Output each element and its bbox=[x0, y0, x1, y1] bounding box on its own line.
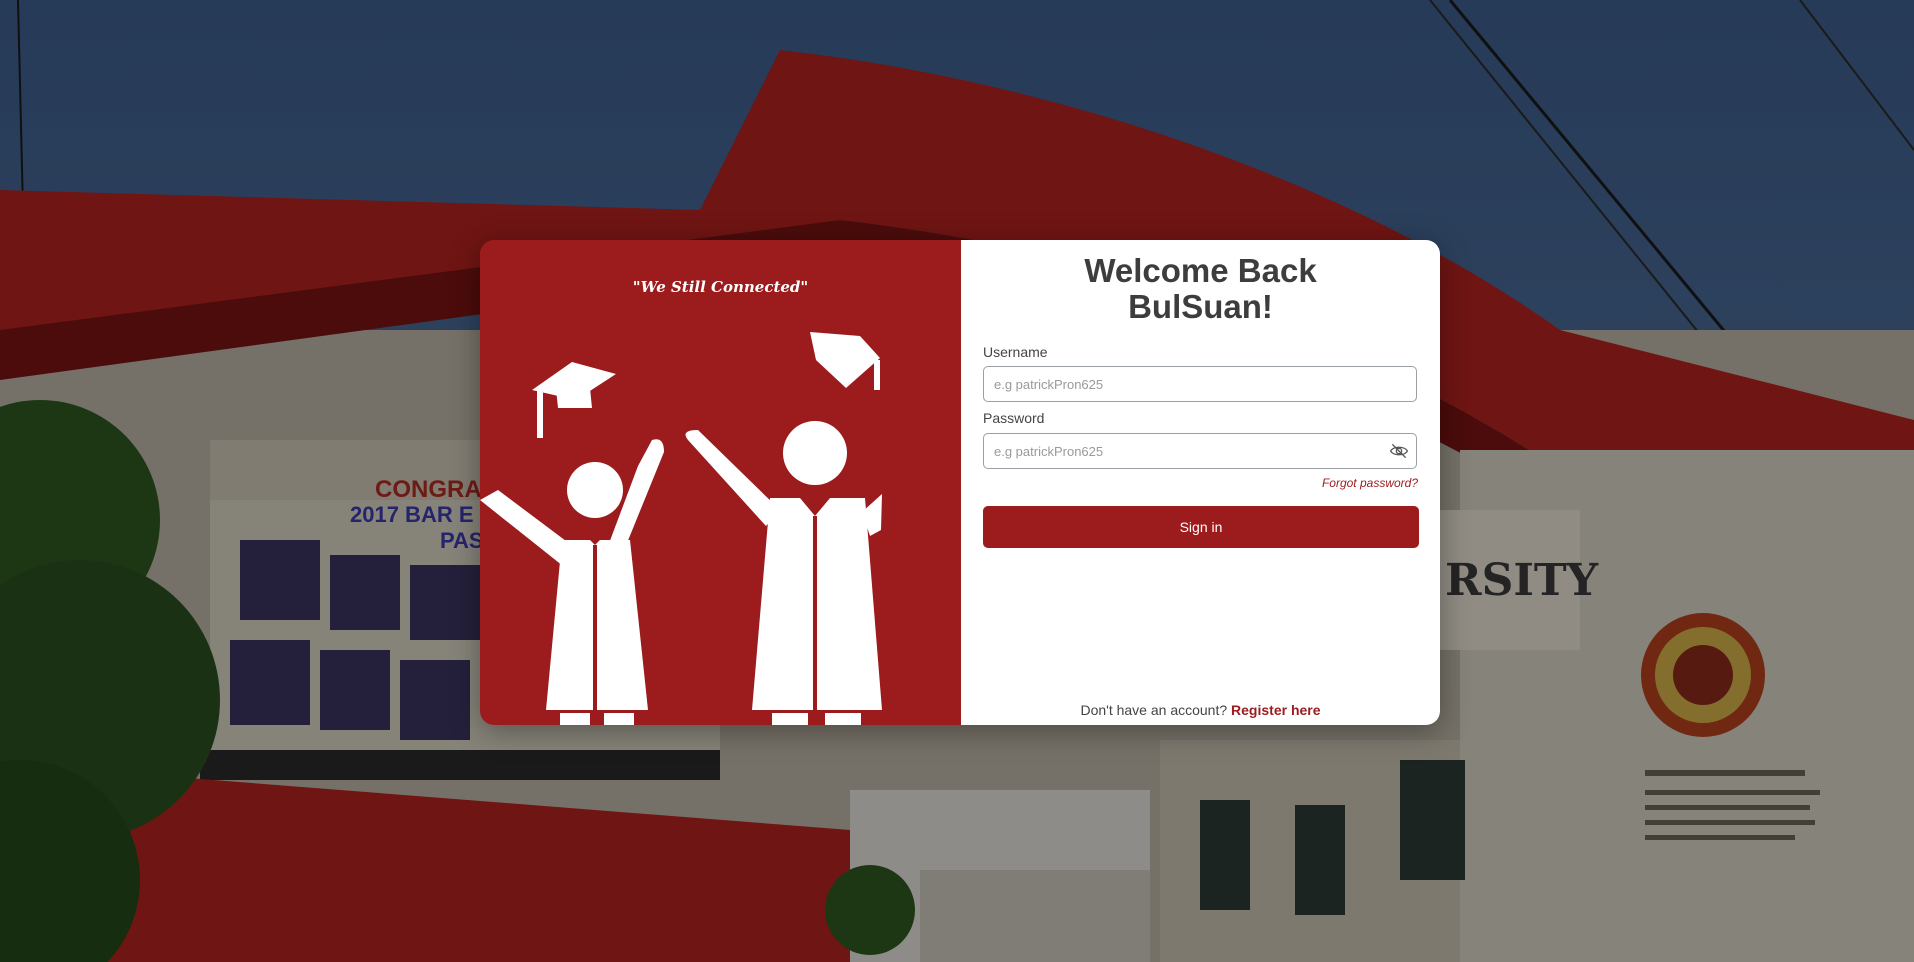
username-input[interactable] bbox=[983, 366, 1417, 402]
login-form-panel: Welcome Back BulSuan! Username Password … bbox=[961, 240, 1440, 725]
register-prompt: Don't have an account? bbox=[1080, 702, 1228, 718]
welcome-title: Welcome Back BulSuan! bbox=[961, 253, 1440, 325]
login-page: RSITY CONGRAT 2017 BAR E PAS "We Still C… bbox=[0, 0, 1914, 962]
register-row: Don't have an account? Register here bbox=[961, 702, 1440, 718]
welcome-title-line2: BulSuan! bbox=[1128, 288, 1273, 325]
register-link[interactable]: Register here bbox=[1231, 702, 1320, 718]
welcome-title-line1: Welcome Back bbox=[1084, 252, 1317, 289]
graduates-celebrating-icon bbox=[480, 332, 882, 725]
login-card: "We Still Connected" Welcome Back BulSua… bbox=[480, 240, 1440, 725]
password-input[interactable] bbox=[983, 433, 1417, 469]
forgot-password-link[interactable]: Forgot password? bbox=[1322, 476, 1418, 490]
eye-slash-icon[interactable] bbox=[1389, 441, 1409, 461]
username-label: Username bbox=[983, 344, 1048, 360]
password-label: Password bbox=[983, 410, 1045, 426]
illustration-panel: "We Still Connected" bbox=[480, 240, 961, 725]
sign-in-button[interactable]: Sign in bbox=[983, 506, 1419, 548]
